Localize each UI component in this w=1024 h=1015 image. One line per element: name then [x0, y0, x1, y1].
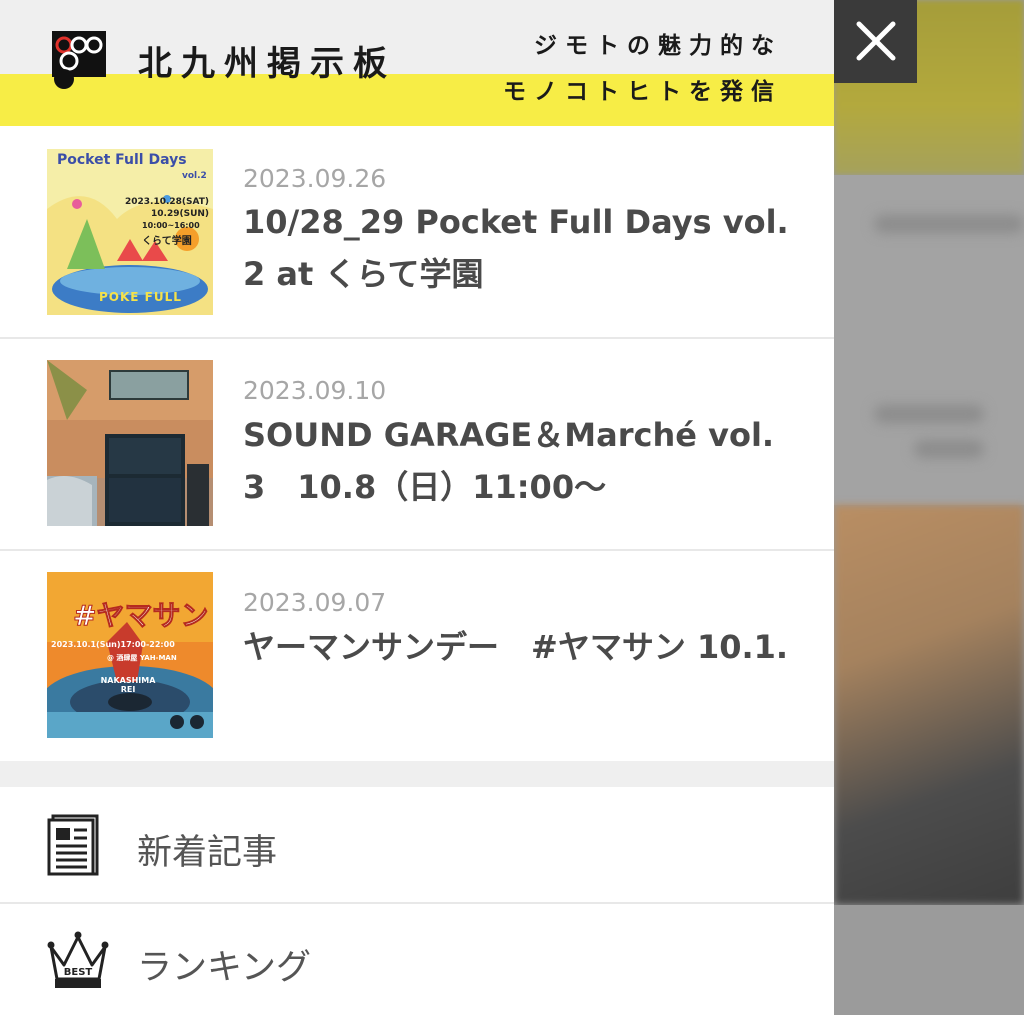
article-thumbnail[interactable]: Pocket Full Days vol.2 2023.10.28(SAT) 1… — [47, 149, 213, 315]
background-image — [834, 505, 1024, 905]
site-title[interactable]: 北九州掲示板 — [138, 36, 396, 85]
background-text-line — [874, 215, 1024, 233]
poster-date-1: 2023.10.28(SAT) — [125, 197, 210, 207]
article-title[interactable]: SOUND GARAGE＆Marché vol. 3 10.8（日）11:00〜 — [243, 409, 803, 513]
crown-icon: BEST — [47, 931, 109, 988]
menu-item-label: 新着記事 — [137, 833, 278, 873]
article-title[interactable]: ヤーマンサンデー #ヤマサン 10.1. — [243, 621, 803, 673]
poster-date: 2023.10.1(Sun)17:00-22:00 — [51, 640, 175, 649]
close-icon — [856, 21, 896, 61]
background-text-line — [914, 440, 984, 458]
site-logo[interactable] — [52, 31, 106, 89]
menu-item-label: ランキング — [137, 948, 311, 988]
article-date: 2023.09.10 — [243, 376, 387, 405]
section-divider — [0, 761, 834, 787]
photo-sound-garage — [47, 360, 213, 526]
newspaper-icon — [47, 814, 99, 876]
article-thumbnail[interactable]: #ヤマサン 2023.10.1(Sun)17:00-22:00 @ 酒肆屋 YA… — [47, 572, 213, 738]
poster-date-2: 10.29(SUN) — [151, 209, 210, 219]
tagline-line-2: モノコトヒトを発信 — [503, 79, 782, 105]
logo-icon — [52, 31, 106, 89]
poster-guest: NAKASHIMA REI — [100, 676, 156, 694]
background-content — [834, 175, 1024, 505]
close-button[interactable] — [834, 0, 917, 83]
poster-vol: vol.2 — [182, 171, 207, 181]
article-item[interactable]: 2023.09.10 SOUND GARAGE＆Marché vol. 3 10… — [0, 339, 834, 551]
menu-item-ranking[interactable]: BEST ランキング — [0, 904, 834, 1015]
background-footer — [834, 905, 1024, 1015]
article-list: Pocket Full Days vol.2 2023.10.28(SAT) 1… — [0, 126, 834, 761]
poster-time: 10:00~16:00 — [142, 221, 200, 230]
navigation-drawer: 北九州掲示板 ジモトの魅力的な モノコトヒトを発信 Pocket Full Da… — [0, 0, 834, 1015]
article-item[interactable]: #ヤマサン 2023.10.1(Sun)17:00-22:00 @ 酒肆屋 YA… — [0, 551, 834, 761]
tagline-line-1: ジモトの魅力的な — [534, 33, 782, 59]
poster-heading: #ヤマサン — [72, 599, 209, 633]
drawer-header: 北九州掲示板 ジモトの魅力的な モノコトヒトを発信 — [0, 0, 834, 126]
crown-icon-text: BEST — [64, 967, 93, 978]
article-thumbnail[interactable] — [47, 360, 213, 526]
background-text-line — [874, 405, 984, 423]
article-item[interactable]: Pocket Full Days vol.2 2023.10.28(SAT) 1… — [0, 126, 834, 339]
poster-venue: @ 酒肆屋 YAH-MAN — [107, 654, 177, 662]
poster-heading: Pocket Full Days — [57, 152, 187, 168]
background-page — [834, 0, 1024, 1015]
poster-footer: POKE FULL — [99, 290, 182, 304]
article-title[interactable]: 10/28_29 Pocket Full Days vol. 2 at くらて学… — [243, 196, 803, 300]
article-date: 2023.09.26 — [243, 164, 387, 193]
menu-item-new-articles[interactable]: 新着記事 — [0, 787, 834, 904]
article-date: 2023.09.07 — [243, 588, 387, 617]
poster-venue: くらて学園 — [142, 236, 192, 247]
